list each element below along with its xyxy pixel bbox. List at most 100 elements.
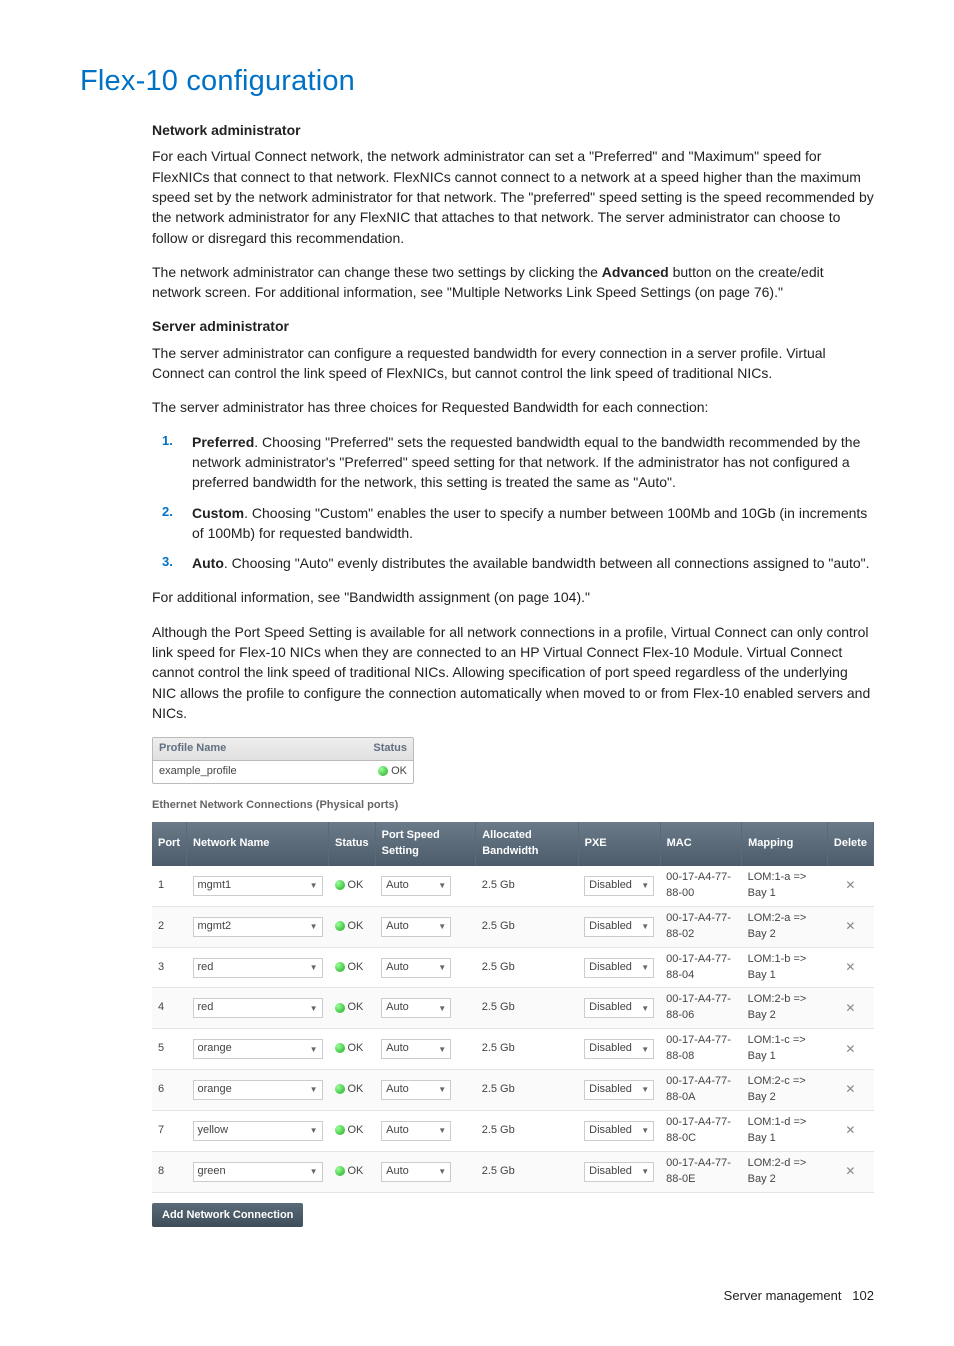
- paragraph: The network administrator can change the…: [152, 262, 874, 303]
- bold-text: Advanced: [602, 264, 669, 280]
- chevron-down-icon: ▼: [438, 1125, 446, 1137]
- col-delete: Delete: [827, 822, 873, 866]
- network-dropdown[interactable]: green▼: [193, 1162, 323, 1182]
- profile-table: Profile Name Status example_profile OK: [152, 737, 414, 784]
- table-row: 5orange▼OKAuto▼2.5 GbDisabled▼00-17-A4-7…: [152, 1029, 874, 1070]
- pxe-dropdown[interactable]: Disabled▼: [584, 1162, 654, 1182]
- cell-mapping: LOM:1-d => Bay 1: [742, 1111, 828, 1152]
- chevron-down-icon: ▼: [641, 1003, 649, 1015]
- chevron-down-icon: ▼: [438, 880, 446, 892]
- network-dropdown[interactable]: mgmt2▼: [193, 917, 323, 937]
- col-port-speed: Port Speed Setting: [375, 822, 476, 866]
- pxe-dropdown[interactable]: Disabled▼: [584, 1121, 654, 1141]
- cell-status: OK: [329, 906, 376, 947]
- cell-bandwidth: 2.5 Gb: [476, 1151, 578, 1192]
- chevron-down-icon: ▼: [310, 921, 318, 933]
- cell-port: 1: [152, 866, 187, 906]
- port-speed-dropdown[interactable]: Auto▼: [381, 958, 451, 978]
- chevron-down-icon: ▼: [641, 1125, 649, 1137]
- cell-port: 5: [152, 1029, 187, 1070]
- text: The network administrator can change the…: [152, 264, 602, 280]
- cell-status: OK: [329, 1111, 376, 1152]
- table-row: 6orange▼OKAuto▼2.5 GbDisabled▼00-17-A4-7…: [152, 1070, 874, 1111]
- pxe-dropdown[interactable]: Disabled▼: [584, 917, 654, 937]
- ordered-list: Preferred. Choosing "Preferred" sets the…: [152, 432, 874, 574]
- cell-mac: 00-17-A4-77-88-02: [660, 906, 741, 947]
- cell-status: OK: [329, 866, 376, 906]
- delete-icon[interactable]: ✕: [827, 866, 873, 906]
- chevron-down-icon: ▼: [438, 962, 446, 974]
- col-mapping: Mapping: [742, 822, 828, 866]
- chevron-down-icon: ▼: [641, 921, 649, 933]
- ok-icon: [335, 921, 345, 931]
- delete-icon[interactable]: ✕: [827, 1111, 873, 1152]
- table-row: 1mgmt1▼OKAuto▼2.5 GbDisabled▼00-17-A4-77…: [152, 866, 874, 906]
- page-title: Flex-10 configuration: [80, 60, 874, 102]
- bold-text: Custom: [192, 505, 244, 521]
- port-speed-dropdown[interactable]: Auto▼: [381, 1162, 451, 1182]
- pxe-dropdown[interactable]: Disabled▼: [584, 876, 654, 896]
- port-speed-dropdown[interactable]: Auto▼: [381, 1039, 451, 1059]
- cell-port: 8: [152, 1151, 187, 1192]
- cell-mac: 00-17-A4-77-88-06: [660, 988, 741, 1029]
- network-dropdown[interactable]: mgmt1▼: [193, 876, 323, 896]
- chevron-down-icon: ▼: [438, 1084, 446, 1096]
- delete-icon[interactable]: ✕: [827, 1070, 873, 1111]
- chevron-down-icon: ▼: [641, 1166, 649, 1178]
- delete-icon[interactable]: ✕: [827, 1151, 873, 1192]
- network-dropdown[interactable]: red▼: [193, 998, 323, 1018]
- paragraph: The server administrator has three choic…: [152, 397, 874, 417]
- profile-status-value: OK: [378, 764, 407, 780]
- cell-bandwidth: 2.5 Gb: [476, 1070, 578, 1111]
- connections-heading: Ethernet Network Connections (Physical p…: [152, 798, 874, 814]
- add-network-connection-button[interactable]: Add Network Connection: [152, 1203, 303, 1227]
- port-speed-dropdown[interactable]: Auto▼: [381, 998, 451, 1018]
- port-speed-dropdown[interactable]: Auto▼: [381, 1121, 451, 1141]
- col-status: Status: [329, 822, 376, 866]
- port-speed-dropdown[interactable]: Auto▼: [381, 876, 451, 896]
- pxe-dropdown[interactable]: Disabled▼: [584, 958, 654, 978]
- network-dropdown[interactable]: red▼: [193, 958, 323, 978]
- chevron-down-icon: ▼: [310, 1166, 318, 1178]
- delete-icon[interactable]: ✕: [827, 947, 873, 988]
- delete-icon[interactable]: ✕: [827, 906, 873, 947]
- chevron-down-icon: ▼: [641, 962, 649, 974]
- pxe-dropdown[interactable]: Disabled▼: [584, 998, 654, 1018]
- cell-port: 7: [152, 1111, 187, 1152]
- cell-mapping: LOM:2-c => Bay 2: [742, 1070, 828, 1111]
- ok-icon: [335, 1084, 345, 1094]
- port-speed-dropdown[interactable]: Auto▼: [381, 1080, 451, 1100]
- network-dropdown[interactable]: orange▼: [193, 1039, 323, 1059]
- cell-bandwidth: 2.5 Gb: [476, 988, 578, 1029]
- bold-text: Auto: [192, 555, 224, 571]
- table-row: 3red▼OKAuto▼2.5 GbDisabled▼00-17-A4-77-8…: [152, 947, 874, 988]
- cell-bandwidth: 2.5 Gb: [476, 906, 578, 947]
- cell-mac: 00-17-A4-77-88-0E: [660, 1151, 741, 1192]
- cell-bandwidth: 2.5 Gb: [476, 1111, 578, 1152]
- delete-icon[interactable]: ✕: [827, 1029, 873, 1070]
- cell-mac: 00-17-A4-77-88-08: [660, 1029, 741, 1070]
- cell-status: OK: [329, 1029, 376, 1070]
- text: . Choosing "Custom" enables the user to …: [192, 505, 867, 541]
- network-dropdown[interactable]: yellow▼: [193, 1121, 323, 1141]
- ok-icon: [335, 880, 345, 890]
- pxe-dropdown[interactable]: Disabled▼: [584, 1039, 654, 1059]
- chevron-down-icon: ▼: [438, 921, 446, 933]
- network-dropdown[interactable]: orange▼: [193, 1080, 323, 1100]
- chevron-down-icon: ▼: [641, 1084, 649, 1096]
- cell-status: OK: [329, 1070, 376, 1111]
- list-item: Auto. Choosing "Auto" evenly distributes…: [192, 553, 874, 573]
- pxe-dropdown[interactable]: Disabled▼: [584, 1080, 654, 1100]
- bold-text: Preferred: [192, 434, 254, 450]
- delete-icon[interactable]: ✕: [827, 988, 873, 1029]
- ok-icon: [335, 1125, 345, 1135]
- ok-icon: [335, 1166, 345, 1176]
- port-speed-dropdown[interactable]: Auto▼: [381, 917, 451, 937]
- col-network: Network Name: [187, 822, 329, 866]
- cell-mapping: LOM:2-b => Bay 2: [742, 988, 828, 1029]
- cell-status: OK: [329, 1151, 376, 1192]
- section-heading-netadmin: Network administrator: [152, 120, 874, 140]
- ok-icon: [335, 1003, 345, 1013]
- col-mac: MAC: [660, 822, 741, 866]
- paragraph: The server administrator can configure a…: [152, 343, 874, 384]
